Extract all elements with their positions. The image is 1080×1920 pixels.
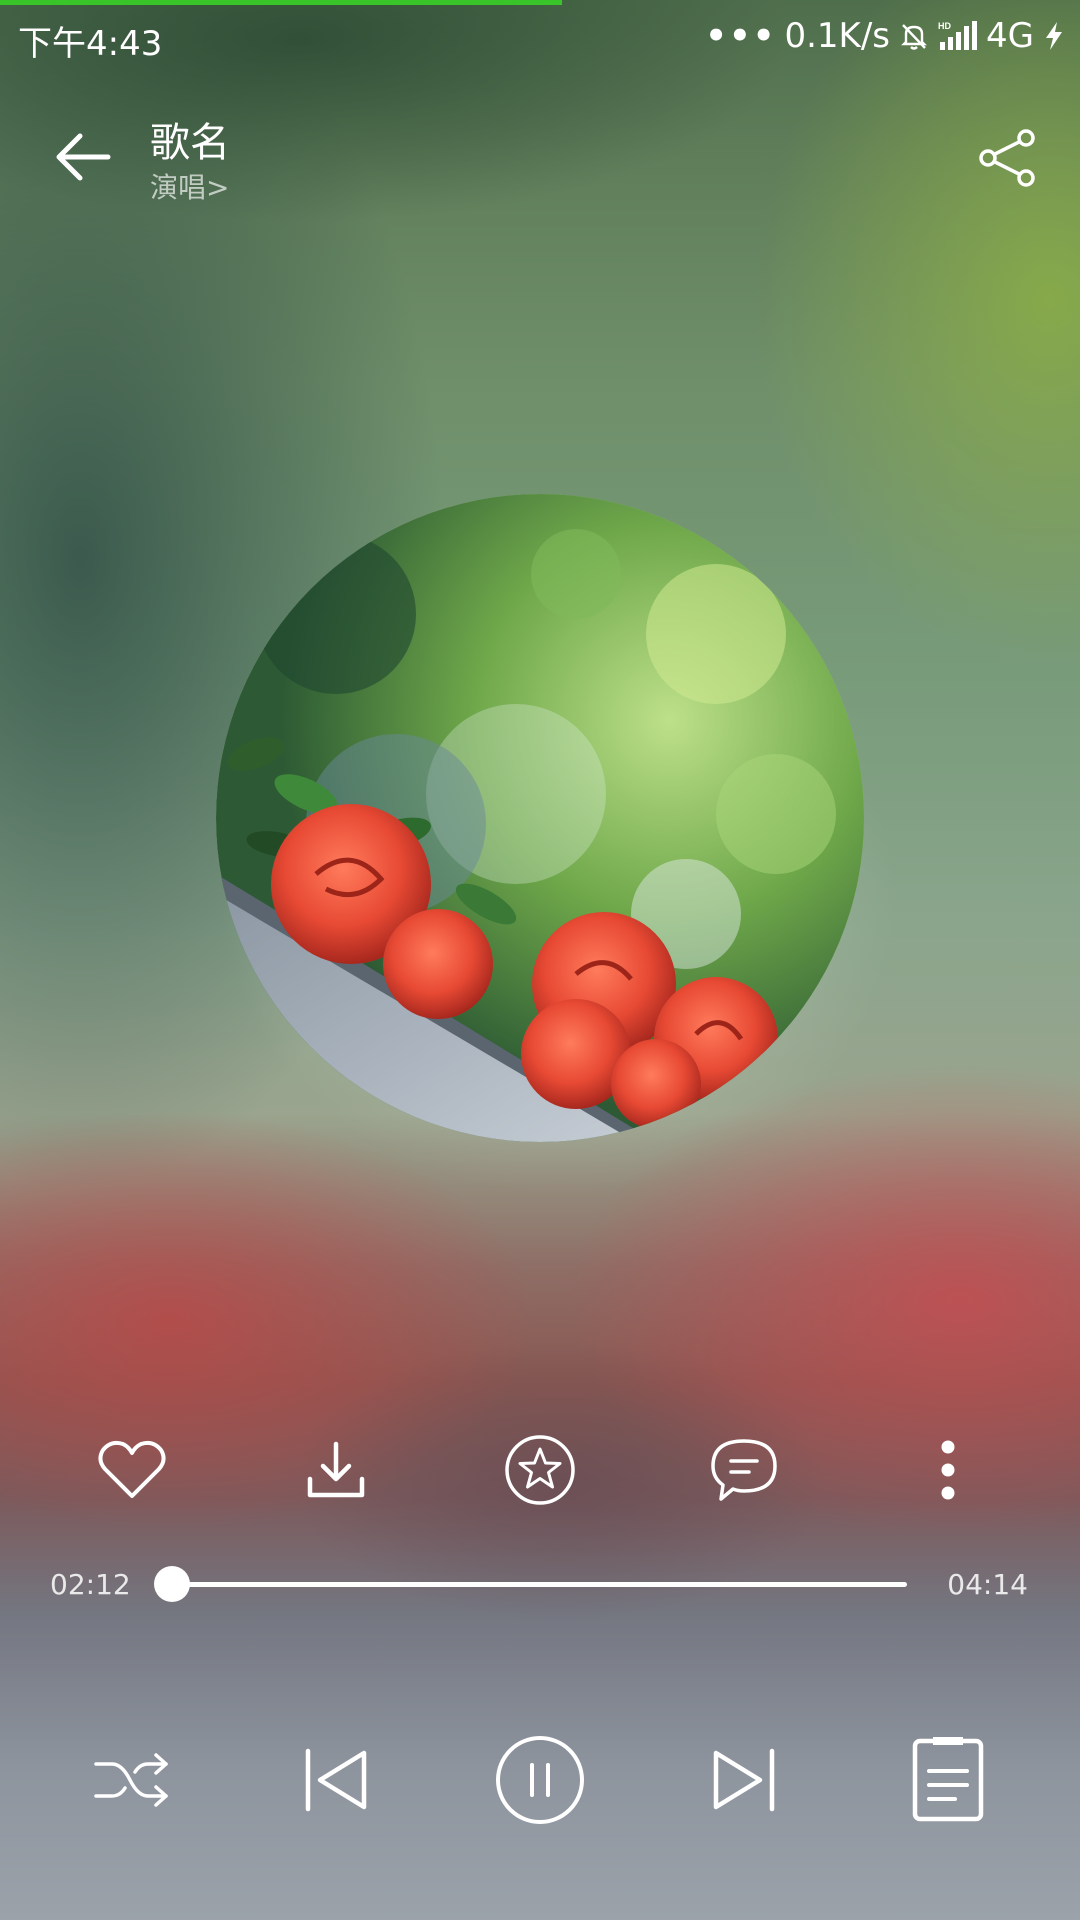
current-time: 02:12: [50, 1568, 131, 1601]
pause-icon: [496, 1736, 584, 1824]
svg-text:HD: HD: [938, 21, 951, 31]
pause-button[interactable]: [490, 1730, 590, 1830]
back-button[interactable]: [48, 122, 118, 192]
playlist-button[interactable]: [898, 1730, 998, 1830]
comments-button[interactable]: [704, 1430, 784, 1510]
shuffle-button[interactable]: [82, 1730, 182, 1830]
total-time: 04:14: [947, 1568, 1028, 1601]
status-time: 下午4:43: [18, 24, 163, 64]
share-button[interactable]: [976, 126, 1040, 190]
playback-progress: 02:12 04:14: [0, 1560, 1080, 1610]
album-art: [216, 494, 864, 1142]
share-icon: [979, 129, 1035, 187]
favorite-button[interactable]: [92, 1430, 172, 1510]
rate-button[interactable]: [500, 1430, 580, 1510]
player-header: 歌名 演唱>: [0, 100, 1080, 220]
album-art-roses: [216, 494, 864, 1142]
playback-controls: [0, 1730, 1080, 1830]
mute-icon: [898, 20, 930, 52]
song-title: 歌名: [150, 120, 230, 166]
signal-icon: HD: [938, 20, 978, 52]
more-vertical-icon: [941, 1440, 955, 1500]
progress-thumb[interactable]: [154, 1566, 190, 1602]
status-bar: 下午4:43 ••• 0.1K/s HD 4G: [0, 0, 1080, 72]
heart-icon: [98, 1440, 166, 1498]
music-player-screen: 下午4:43 ••• 0.1K/s HD 4G 歌名 演唱> 02:12 04:…: [0, 0, 1080, 1920]
download-button[interactable]: [296, 1430, 376, 1510]
shuffle-icon: [94, 1753, 168, 1807]
previous-button[interactable]: [286, 1730, 386, 1830]
artist-link[interactable]: 演唱>: [150, 166, 229, 206]
download-icon: [307, 1441, 365, 1498]
previous-icon: [305, 1748, 367, 1812]
network-type: 4G: [986, 16, 1034, 56]
status-indicators: ••• 0.1K/s HD 4G: [705, 16, 1066, 56]
next-button[interactable]: [694, 1730, 794, 1830]
more-button[interactable]: [908, 1430, 988, 1510]
comment-icon: [711, 1439, 777, 1501]
network-speed: 0.1K/s: [784, 16, 891, 56]
playlist-icon: [912, 1737, 984, 1822]
more-dots-icon: •••: [705, 16, 777, 56]
next-icon: [713, 1748, 775, 1812]
action-row: [0, 1430, 1080, 1510]
back-arrow-icon: [56, 133, 111, 181]
star-icon: [505, 1435, 575, 1505]
progress-track[interactable]: [172, 1582, 907, 1587]
charging-icon: [1042, 20, 1066, 52]
